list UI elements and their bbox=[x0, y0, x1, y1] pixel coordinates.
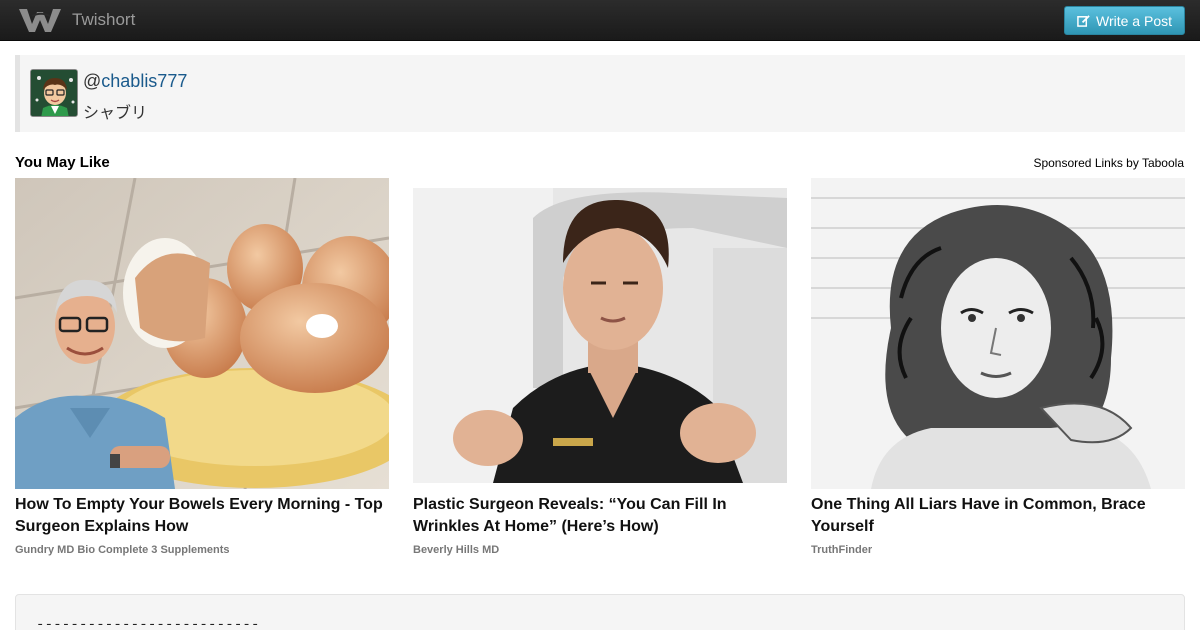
recommendation-title-line: Plastic Surgeon Reveals: “You Can Fill I… bbox=[413, 496, 727, 513]
recommendation-thumbnail[interactable] bbox=[413, 188, 787, 493]
recommendation-title-line: One Thing All Liars Have in Common, Brac… bbox=[811, 496, 1146, 513]
recommendation-card[interactable] bbox=[413, 178, 787, 493]
recommendation-source[interactable]: TruthFinder bbox=[811, 544, 872, 556]
you-may-like-heading: You May Like bbox=[15, 154, 110, 171]
recommendation-card[interactable] bbox=[15, 178, 389, 489]
recommendation-title-line: Wrinkles At Home” (Here’s How) bbox=[413, 518, 659, 535]
recommendation-title[interactable]: How To Empty Your Bowels Every Morning -… bbox=[15, 494, 383, 538]
top-navbar: Twishort Write a Post bbox=[0, 0, 1200, 41]
twishort-logo-icon bbox=[19, 9, 61, 32]
recommendation-thumbnail[interactable] bbox=[811, 178, 1185, 489]
brand-name: Twishort bbox=[72, 10, 136, 29]
recommendation-title-line: How To Empty Your Bowels Every Morning -… bbox=[15, 496, 383, 513]
recommendation-title[interactable]: Plastic Surgeon Reveals: “You Can Fill I… bbox=[413, 494, 727, 538]
write-post-button[interactable]: Write a Post bbox=[1064, 6, 1185, 35]
author-display-name: シャブリ bbox=[83, 105, 148, 122]
sponsored-links-label[interactable]: Sponsored Links by Taboola bbox=[1033, 156, 1184, 170]
recommendation-source[interactable]: Beverly Hills MD bbox=[413, 544, 499, 556]
handle-prefix: @ bbox=[83, 71, 102, 91]
author-handle-link[interactable]: chablis777 bbox=[101, 71, 187, 91]
recommendation-title-line: Surgeon Explains How bbox=[15, 518, 189, 535]
brand-link[interactable]: Twishort bbox=[18, 6, 135, 34]
recommendation-title-line: Yourself bbox=[811, 518, 874, 535]
avatar[interactable] bbox=[30, 69, 78, 117]
author-handle: @chablis777 bbox=[83, 71, 187, 92]
author-card: @chablis777 シャブリ bbox=[15, 55, 1185, 132]
recommendation-card[interactable] bbox=[811, 178, 1185, 489]
post-content-box: -------------------------- bbox=[15, 594, 1185, 630]
edit-icon bbox=[1077, 15, 1090, 27]
write-post-label: Write a Post bbox=[1096, 12, 1172, 29]
post-separator-text: -------------------------- bbox=[36, 617, 260, 630]
recommendation-thumbnail[interactable] bbox=[15, 178, 389, 489]
recommendation-source[interactable]: Gundry MD Bio Complete 3 Supplements bbox=[15, 544, 230, 556]
recommendation-title[interactable]: One Thing All Liars Have in Common, Brac… bbox=[811, 494, 1146, 538]
